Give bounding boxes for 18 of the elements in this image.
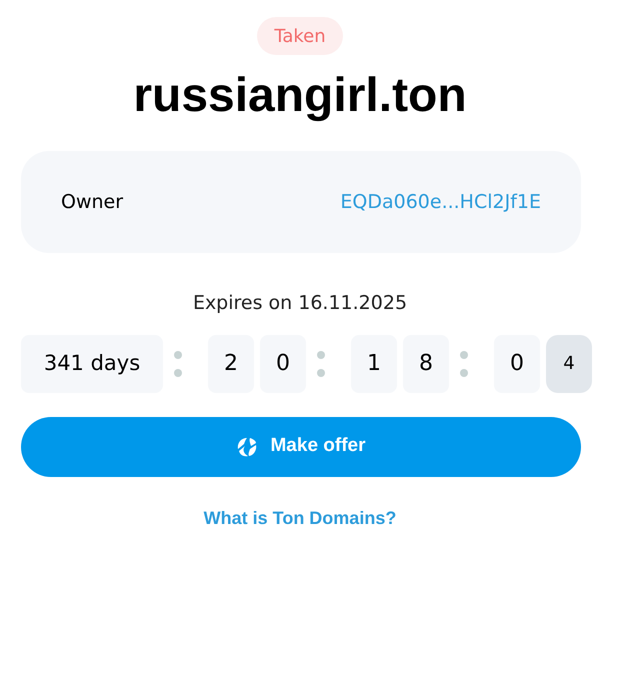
colon-icon xyxy=(460,350,468,376)
status-badge: Taken xyxy=(257,17,343,55)
colon-icon xyxy=(317,350,325,376)
digit-cell: 4 xyxy=(546,334,592,392)
colon-icon xyxy=(174,350,182,376)
digit-cell: 0 xyxy=(494,334,540,392)
leaf-icon xyxy=(236,436,258,458)
help-link[interactable]: What is Ton Domains? xyxy=(204,504,396,532)
owner-address-link[interactable]: EQDa060e...HCl2Jf1E xyxy=(340,188,541,216)
domain-title: russiangirl.ton xyxy=(133,68,467,124)
owner-label: Owner xyxy=(61,190,124,215)
make-offer-button[interactable]: Make offer xyxy=(21,416,581,476)
digit-cell: 8 xyxy=(403,334,449,392)
digit-cell: 2 xyxy=(208,334,254,392)
days-counter: 341 days xyxy=(21,334,163,392)
expiry-text: Expires on 16.11.2025 xyxy=(192,291,408,316)
digit-cell: 0 xyxy=(260,334,306,392)
digit-cell: 1 xyxy=(351,334,397,392)
